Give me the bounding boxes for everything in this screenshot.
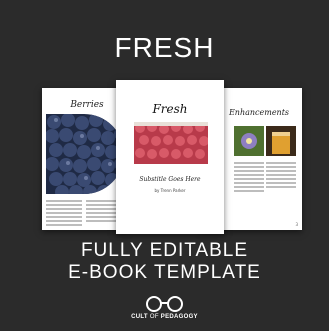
page-cover: Fresh Substitle Goes Here by Trenn Parke…	[116, 80, 224, 234]
berries-text-block-1	[46, 200, 82, 228]
brand-name-part-1: CULT	[131, 314, 148, 320]
glasses-icon	[0, 294, 329, 328]
tagline-line-2: E-BOOK TEMPLATE	[68, 262, 261, 283]
raspberries-photo	[134, 122, 208, 164]
berries-heading: Berries	[70, 100, 104, 110]
tagline-line-1: FULLY EDITABLE	[80, 240, 249, 261]
brand-name-part-2: OF	[149, 314, 159, 320]
enhancements-text-block-1	[234, 162, 264, 194]
cover-subtitle: Substitle Goes Here	[139, 176, 201, 183]
enhancements-text-block-2	[266, 162, 296, 190]
brand-name: CULT OF PEDAGOGY	[0, 314, 329, 320]
honey-photo	[266, 126, 296, 156]
cover-author: by Trenn Parker	[154, 188, 186, 193]
promo-graphic: FRESH Berries Enhancements 3 Fresh Subst…	[0, 0, 329, 331]
main-title: FRESH	[114, 32, 215, 63]
lavender-photo	[234, 126, 264, 156]
cover-title: Fresh	[152, 102, 188, 116]
enhancements-heading: Enhancements	[228, 108, 290, 117]
page-number: 3	[295, 222, 298, 227]
blueberries-photo	[46, 114, 124, 194]
brand-name-part-3: PEDAGOGY	[160, 314, 198, 320]
